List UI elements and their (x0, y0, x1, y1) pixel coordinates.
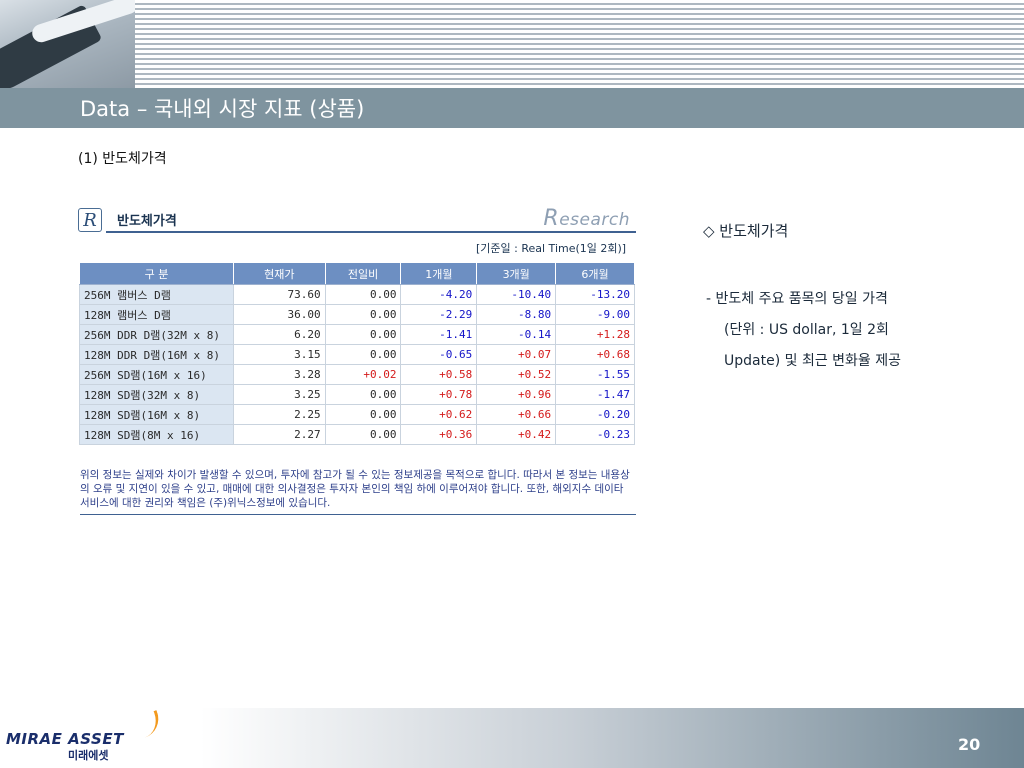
row-name-cell: 128M SD램(8M x 16) (79, 424, 234, 445)
logo-text-en: MIRAE ASSET (6, 730, 124, 748)
value-cell-m1: -2.29 (400, 304, 478, 325)
row-name-cell: 256M DDR D램(32M x 8) (79, 324, 234, 345)
section-title: (1) 반도체가격 (78, 151, 167, 167)
page-title: Data – 국내외 시장 지표 (상품) (80, 97, 365, 121)
value-cell-prev: 0.00 (324, 304, 402, 325)
row-name-cell: 128M SD램(16M x 8) (79, 404, 234, 425)
value-cell-m6: -9.00 (555, 304, 635, 325)
widget-title: 반도체가격 (117, 214, 177, 229)
value-cell-m6: -0.23 (555, 424, 635, 445)
side-line: (단위 : US dollar, 1일 2회 (724, 322, 889, 338)
header-photo (0, 0, 135, 88)
disclaimer-text: 위의 정보는 실제와 차이가 발생할 수 있으며, 투자에 참고가 될 수 있는… (80, 468, 636, 515)
value-cell-price: 6.20 (232, 324, 326, 345)
side-heading: ◇ 반도체가격 (703, 222, 789, 240)
value-cell-m3: +0.07 (476, 344, 557, 365)
value-cell-price: 73.60 (232, 284, 326, 305)
value-cell-m1: +0.62 (400, 404, 478, 425)
table-row: 128M DDR D램(16M x 8) 3.15 0.00 -0.65 +0.07 +0… (79, 344, 635, 365)
value-cell-prev: 0.00 (324, 284, 402, 305)
column-header: 1개월 (400, 262, 478, 285)
value-cell-m3: -10.40 (476, 284, 557, 305)
value-cell-price: 3.15 (232, 344, 326, 365)
value-cell-m6: +1.28 (555, 324, 635, 345)
table-row: 256M DDR D램(32M x 8) 6.20 0.00 -1.41 -0.14 +1… (79, 324, 635, 345)
row-name-cell: 256M 램버스 D램 (79, 284, 234, 305)
side-line: Update) 및 최근 변화율 제공 (724, 353, 902, 369)
column-header: 3개월 (476, 262, 557, 285)
footer-band (200, 708, 1024, 768)
side-description: - 반도체 주요 품목의 당일 가격 (단위 : US dollar, 1일 2… (706, 284, 901, 377)
header-stripes (135, 0, 1024, 88)
logo-text-ko: 미래에셋 (68, 749, 109, 762)
value-cell-prev: 0.00 (324, 404, 402, 425)
research-brand-rest: esearch (559, 210, 630, 230)
research-logo-icon: R (78, 208, 102, 232)
value-cell-price: 3.28 (232, 364, 326, 385)
table-row: 128M SD램(16M x 8) 2.25 0.00 +0.62 +0.66 -0.20 (79, 404, 635, 425)
value-cell-m6: -13.20 (555, 284, 635, 305)
value-cell-m1: -0.65 (400, 344, 478, 365)
value-cell-prev: 0.00 (324, 344, 402, 365)
value-cell-prev: 0.00 (324, 324, 402, 345)
value-cell-m3: +0.52 (476, 364, 557, 385)
logo-swoosh-icon (131, 710, 164, 740)
widget-divider (106, 231, 636, 233)
table-row: 256M 램버스 D램 73.60 0.00 -4.20 -10.40 -13.20 (79, 284, 635, 305)
column-header: 전일비 (324, 262, 402, 285)
page-number: 20 (958, 735, 981, 754)
row-name-cell: 256M SD램(16M x 16) (79, 364, 234, 385)
value-cell-prev: +0.02 (324, 364, 402, 385)
value-cell-m1: +0.36 (400, 424, 478, 445)
value-cell-m1: -1.41 (400, 324, 478, 345)
mirae-asset-logo: MIRAE ASSET 미래에셋 (6, 710, 164, 763)
table-header-row: 구 분 현재가 전일비 1개월 3개월 6개월 (79, 262, 635, 285)
value-cell-m3: +0.42 (476, 424, 557, 445)
value-cell-m3: +0.66 (476, 404, 557, 425)
table-row: 128M 램버스 D램 36.00 0.00 -2.29 -8.80 -9.00 (79, 304, 635, 325)
research-brand: Research (543, 206, 630, 231)
value-cell-m6: -1.55 (555, 364, 635, 385)
research-brand-initial: R (543, 206, 560, 231)
basis-date: [기준일 : Real Time(1일 2회)] (476, 242, 627, 255)
side-line: - 반도체 주요 품목의 당일 가격 (706, 291, 888, 307)
column-header: 구 분 (79, 262, 234, 285)
value-cell-m1: +0.78 (400, 384, 478, 405)
row-name-cell: 128M SD램(32M x 8) (79, 384, 234, 405)
value-cell-m3: -8.80 (476, 304, 557, 325)
table-row: 128M SD램(8M x 16) 2.27 0.00 +0.36 +0.42 -0.23 (79, 424, 635, 445)
row-name-cell: 128M DDR D램(16M x 8) (79, 344, 234, 365)
table-row: 128M SD램(32M x 8) 3.25 0.00 +0.78 +0.96 -1.47 (79, 384, 635, 405)
value-cell-m3: -0.14 (476, 324, 557, 345)
title-bar: Data – 국내외 시장 지표 (상품) (0, 88, 1024, 128)
value-cell-m6: -1.47 (555, 384, 635, 405)
column-header: 6개월 (555, 262, 635, 285)
table-row: 256M SD램(16M x 16) 3.28 +0.02 +0.58 +0.52 -1.… (79, 364, 635, 385)
widget-header: R 반도체가격 Research (78, 206, 636, 234)
value-cell-m6: -0.20 (555, 404, 635, 425)
semiconductor-price-table: 구 분 현재가 전일비 1개월 3개월 6개월 256M 램버스 D램 73.60… (79, 262, 635, 445)
value-cell-m1: +0.58 (400, 364, 478, 385)
row-name-cell: 128M 램버스 D램 (79, 304, 234, 325)
value-cell-m1: -4.20 (400, 284, 478, 305)
value-cell-price: 2.25 (232, 404, 326, 425)
value-cell-prev: 0.00 (324, 424, 402, 445)
value-cell-price: 36.00 (232, 304, 326, 325)
value-cell-price: 3.25 (232, 384, 326, 405)
value-cell-price: 2.27 (232, 424, 326, 445)
value-cell-m3: +0.96 (476, 384, 557, 405)
column-header: 현재가 (232, 262, 326, 285)
value-cell-prev: 0.00 (324, 384, 402, 405)
value-cell-m6: +0.68 (555, 344, 635, 365)
